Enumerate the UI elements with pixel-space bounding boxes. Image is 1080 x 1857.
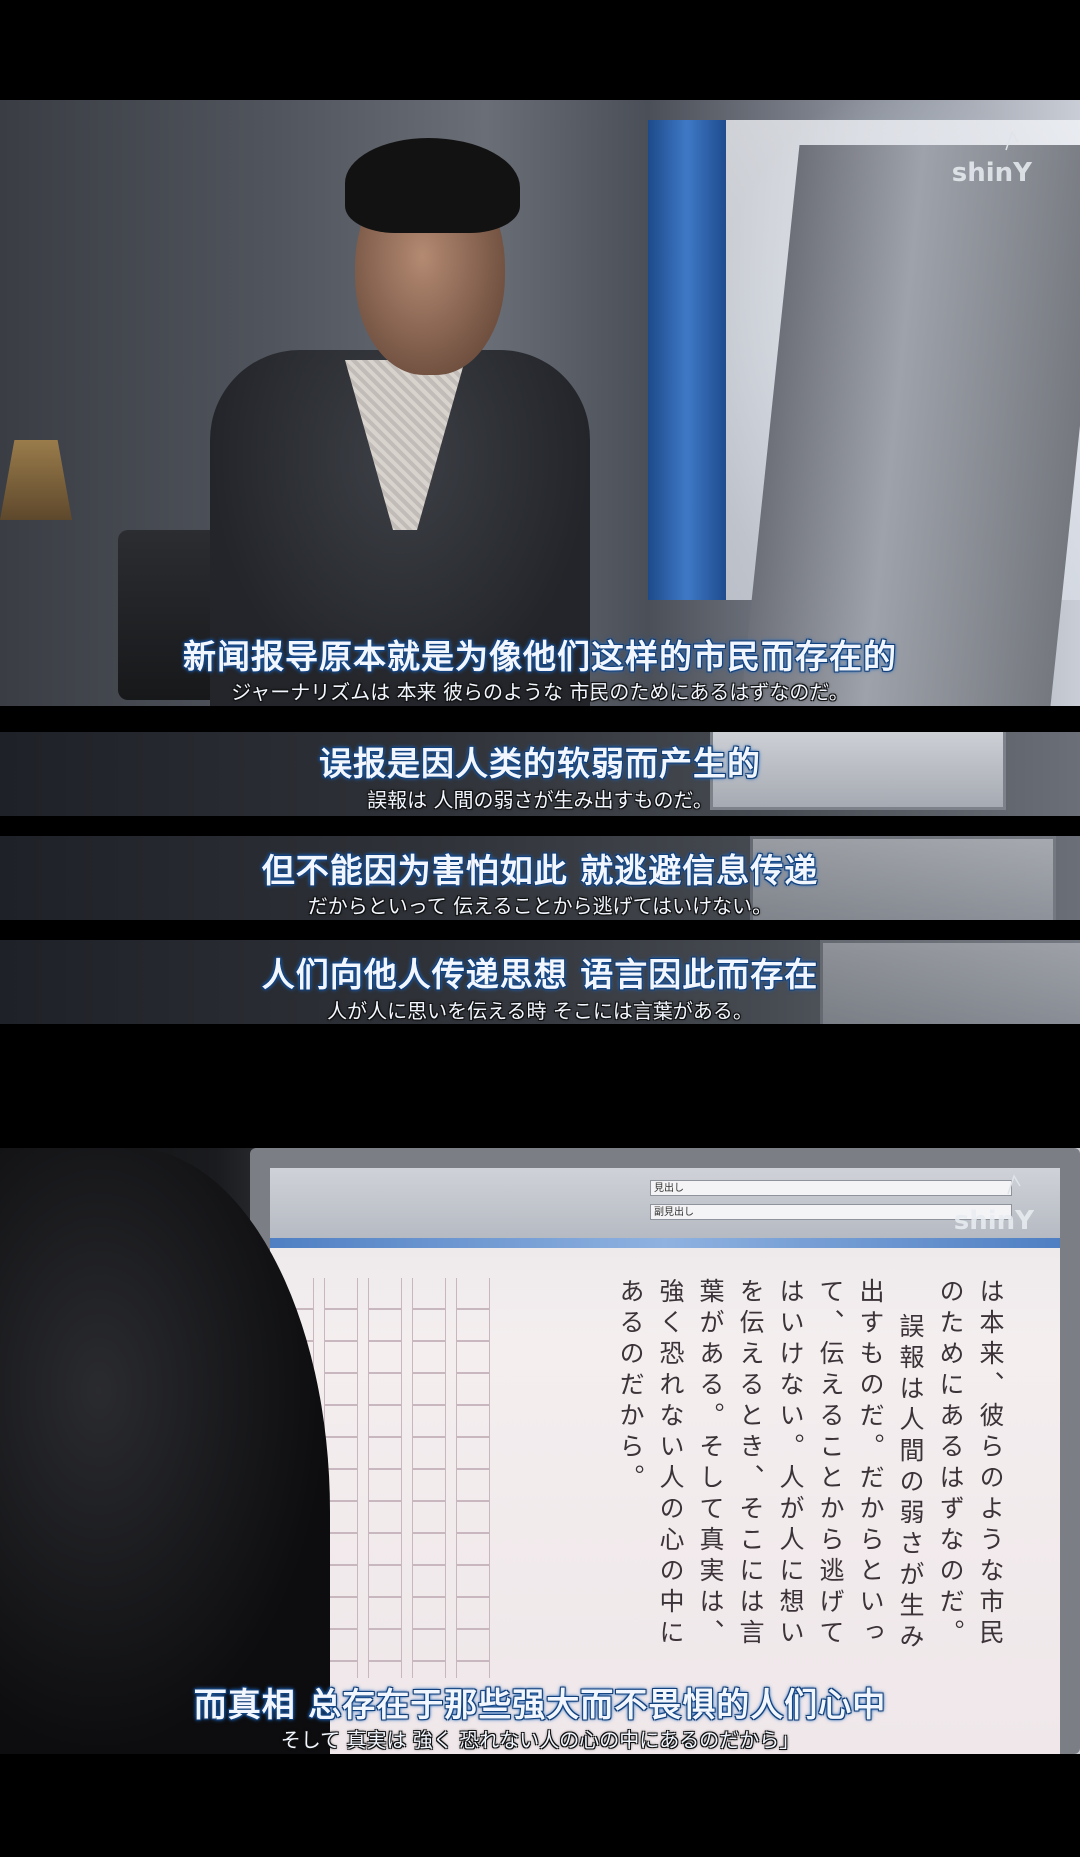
headline-label: 見出し bbox=[654, 1183, 684, 1194]
scene-panel-5: 見出し 副見出し は本来、彼らのような市民 のためにあるはずなのだ。 誤報は人間… bbox=[0, 1148, 1080, 1754]
subtitle-japanese: 人が人に思いを伝える時 そこには言葉がある。 bbox=[327, 999, 753, 1023]
scene-panel-1: shinY 新闻报导原本就是为像他们这样的市民而存在的 ジャーナリズムは 本来 … bbox=[0, 100, 1080, 706]
manuscript-column: て、伝えることから逃げて bbox=[816, 1278, 845, 1650]
manuscript-column: あるのだから。 bbox=[616, 1278, 645, 1495]
scene-panel-2: 误报是因人类的软弱而产生的 誤報は 人間の弱さが生み出すものだ。 bbox=[0, 732, 1080, 816]
subtitle-japanese: ジャーナリズムは 本来 彼らのような 市民のためにあるはずなのだ。 bbox=[231, 680, 849, 704]
monitor-screen: 見出し 副見出し は本来、彼らのような市民 のためにあるはずなのだ。 誤報は人間… bbox=[270, 1168, 1060, 1754]
scene-panel-3: 但不能因为害怕如此 就逃避信息传递 だからといって 伝えることから逃げてはいけな… bbox=[0, 836, 1080, 920]
lamp bbox=[0, 440, 72, 520]
person-hair bbox=[345, 138, 520, 233]
manuscript-column: 強く恐れない人の心の中に bbox=[656, 1278, 685, 1650]
grid-column bbox=[412, 1278, 446, 1678]
subtitle-chinese: 误报是因人类的软弱而产生的 bbox=[319, 744, 761, 783]
office-scene bbox=[0, 100, 1080, 706]
manuscript-column: はいけない。人が人に想い bbox=[776, 1278, 805, 1650]
curtain bbox=[648, 120, 726, 600]
grid-column bbox=[456, 1278, 490, 1678]
grid-column bbox=[368, 1278, 402, 1678]
manuscript-column: 葉がある。そして真実は、 bbox=[696, 1278, 725, 1650]
subtitle-japanese: だからといって 伝えることから逃げてはいけない。 bbox=[307, 894, 773, 918]
monitor-side bbox=[740, 145, 1080, 706]
editor-toolbar: 見出し 副見出し bbox=[270, 1168, 1060, 1238]
subheadline-label: 副見出し bbox=[654, 1207, 694, 1218]
manuscript-column: 誤報は人間の弱さが生み bbox=[896, 1313, 925, 1654]
subtitle-chinese: 新闻报导原本就是为像他们这样的市民而存在的 bbox=[183, 637, 897, 676]
subtitle-japanese: 誤報は 人間の弱さが生み出すものだ。 bbox=[367, 788, 713, 812]
scene-panel-4: 人们向他人传递思想 语言因此而存在 人が人に思いを伝える時 そこには言葉がある。 bbox=[0, 940, 1080, 1024]
manuscript-column: を伝えるとき、そこには言 bbox=[736, 1278, 765, 1650]
manuscript-column: のためにあるはずなのだ。 bbox=[936, 1278, 965, 1650]
watermark-logo-icon bbox=[1007, 1174, 1021, 1195]
toolbar-divider bbox=[270, 1238, 1060, 1248]
subtitle-chinese: 而真相 总存在于那些强大而不畏惧的人们心中 bbox=[193, 1685, 887, 1724]
monitor-scene: 見出し 副見出し は本来、彼らのような市民 のためにあるはずなのだ。 誤報は人間… bbox=[0, 1148, 1080, 1754]
headline-field[interactable] bbox=[650, 1180, 1012, 1196]
subtitle-chinese: 人们向他人传递思想 语言因此而存在 bbox=[261, 955, 819, 994]
manuscript-column: 出すものだ。だからといっ bbox=[856, 1278, 885, 1650]
manuscript-column: は本来、彼らのような市民 bbox=[976, 1278, 1005, 1650]
subtitle-chinese: 但不能因为害怕如此 就逃避信息传递 bbox=[261, 851, 819, 890]
watermark: shinY bbox=[953, 1206, 1034, 1236]
watermark-logo-icon bbox=[1005, 130, 1019, 151]
subtitle-japanese: そして 真実は 強く 恐れない人の心の中にあるのだから」 bbox=[280, 1728, 800, 1752]
watermark: shinY bbox=[951, 158, 1032, 188]
